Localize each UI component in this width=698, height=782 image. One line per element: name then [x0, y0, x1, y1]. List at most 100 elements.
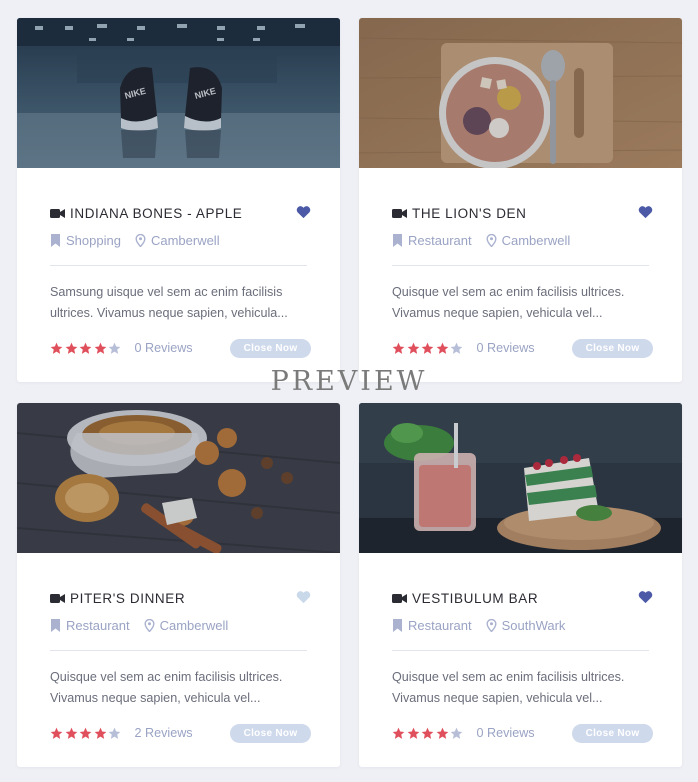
- star-filled-icon: [79, 342, 92, 354]
- category-link[interactable]: Restaurant: [392, 233, 472, 248]
- reviews-link[interactable]: 0 Reviews: [135, 341, 193, 355]
- category-label: Restaurant: [408, 617, 472, 633]
- listing-title[interactable]: The Lion's Den: [412, 206, 527, 221]
- divider: [50, 650, 307, 651]
- favorite-heart-icon[interactable]: [296, 205, 311, 219]
- star-rating: [392, 342, 465, 355]
- listing-title-row: Vestibulum Bar: [392, 589, 653, 607]
- star-filled-icon: [50, 342, 63, 354]
- close-now-button[interactable]: Close Now: [572, 724, 653, 743]
- star-filled-icon: [407, 727, 419, 739]
- star-filled-icon: [94, 727, 106, 739]
- reviews-link[interactable]: 0 Reviews: [477, 341, 535, 355]
- star-empty-icon: [108, 727, 121, 739]
- star-filled-icon: [94, 342, 106, 354]
- location-label: Camberwell: [501, 232, 571, 248]
- star-filled-icon: [421, 342, 434, 354]
- smoothie-bowl-photo: [359, 18, 682, 168]
- listing-card: Piter's Dinner Restaurant C: [17, 403, 340, 767]
- star-rating: [392, 727, 465, 740]
- listing-title-row: Piter's Dinner: [50, 589, 311, 607]
- listing-description: Quisque vel sem ac enim facilisis ultric…: [392, 670, 625, 705]
- listing-title-row: Indiana Bones - Apple: [50, 204, 311, 222]
- listing-image-bowl[interactable]: [359, 18, 682, 168]
- star-filled-icon: [407, 342, 419, 354]
- star-filled-icon: [436, 342, 448, 354]
- drink-cake-photo: [359, 403, 682, 553]
- star-filled-icon: [79, 727, 92, 739]
- star-rating: [50, 727, 123, 740]
- location-link[interactable]: Camberwell: [144, 617, 229, 633]
- map-pin-icon: [486, 618, 497, 632]
- video-camera-icon: [392, 208, 407, 218]
- reviews-link[interactable]: 0 Reviews: [477, 726, 535, 740]
- listing-image-coffee[interactable]: [17, 403, 340, 553]
- listing-card: NIKE NIKE Indiana Bones - Apple: [17, 18, 340, 382]
- category-link[interactable]: Shopping: [50, 233, 121, 248]
- star-empty-icon: [450, 727, 463, 739]
- location-label: SouthWark: [501, 617, 566, 633]
- location-label: Camberwell: [150, 232, 220, 248]
- listing-meta: Shopping Camberwell: [50, 232, 311, 248]
- location-link[interactable]: Camberwell: [135, 233, 220, 248]
- coffee-cookies-photo: [17, 403, 340, 553]
- listing-description: Quisque vel sem ac enim facilisis ultric…: [392, 285, 625, 320]
- star-filled-icon: [392, 342, 405, 354]
- map-pin-icon: [486, 233, 497, 247]
- bookmark-icon: [393, 233, 402, 247]
- star-filled-icon: [421, 727, 434, 739]
- star-filled-icon: [65, 342, 77, 354]
- listing-card: Vestibulum Bar Restaurant S: [359, 403, 682, 767]
- listing-footer: 0 Reviews Close Now: [392, 723, 653, 743]
- map-pin-icon: [135, 233, 146, 247]
- listing-meta: Restaurant SouthWark: [392, 617, 653, 633]
- listing-title[interactable]: Indiana Bones - Apple: [70, 206, 242, 221]
- listing-image-drink[interactable]: [359, 403, 682, 553]
- bookmark-icon: [393, 618, 402, 632]
- location-link[interactable]: SouthWark: [486, 617, 566, 633]
- map-pin-icon: [144, 618, 155, 632]
- star-filled-icon: [436, 727, 448, 739]
- star-empty-icon: [108, 342, 121, 354]
- listing-meta: Restaurant Camberwell: [392, 232, 653, 248]
- close-now-button[interactable]: Close Now: [230, 724, 311, 743]
- star-filled-icon: [65, 727, 77, 739]
- category-link[interactable]: Restaurant: [50, 618, 130, 633]
- video-camera-icon: [392, 593, 407, 603]
- star-rating: [50, 342, 123, 355]
- listing-footer: 0 Reviews Close Now: [392, 338, 653, 358]
- listing-card: The Lion's Den Restaurant C: [359, 18, 682, 382]
- listing-image-sneakers[interactable]: NIKE NIKE: [17, 18, 340, 168]
- listing-title-row: The Lion's Den: [392, 204, 653, 222]
- bookmark-icon: [51, 233, 60, 247]
- close-now-button[interactable]: Close Now: [230, 339, 311, 358]
- star-filled-icon: [50, 727, 63, 739]
- listing-footer: 2 Reviews Close Now: [50, 723, 311, 743]
- video-camera-icon: [50, 593, 65, 603]
- divider: [50, 265, 307, 266]
- category-link[interactable]: Restaurant: [392, 618, 472, 633]
- listing-description: Samsung uisque vel sem ac enim facilisis…: [50, 285, 288, 320]
- category-label: Shopping: [66, 232, 121, 248]
- star-filled-icon: [392, 727, 405, 739]
- bookmark-icon: [51, 618, 60, 632]
- listing-description: Quisque vel sem ac enim facilisis ultric…: [50, 670, 283, 705]
- star-empty-icon: [450, 342, 463, 354]
- listing-footer: 0 Reviews Close Now: [50, 338, 311, 358]
- listing-title[interactable]: Piter's Dinner: [70, 591, 185, 606]
- listing-grid: NIKE NIKE Indiana Bones - Apple: [0, 0, 698, 782]
- category-label: Restaurant: [66, 617, 130, 633]
- favorite-heart-icon[interactable]: [638, 590, 653, 604]
- location-label: Camberwell: [159, 617, 229, 633]
- close-now-button[interactable]: Close Now: [572, 339, 653, 358]
- reviews-link[interactable]: 2 Reviews: [135, 726, 193, 740]
- favorite-heart-icon[interactable]: [296, 590, 311, 604]
- divider: [392, 265, 649, 266]
- divider: [392, 650, 649, 651]
- category-label: Restaurant: [408, 232, 472, 248]
- video-camera-icon: [50, 208, 65, 218]
- sneakers-photo: NIKE NIKE: [17, 18, 340, 168]
- listing-title[interactable]: Vestibulum Bar: [412, 591, 538, 606]
- favorite-heart-icon[interactable]: [638, 205, 653, 219]
- location-link[interactable]: Camberwell: [486, 232, 571, 248]
